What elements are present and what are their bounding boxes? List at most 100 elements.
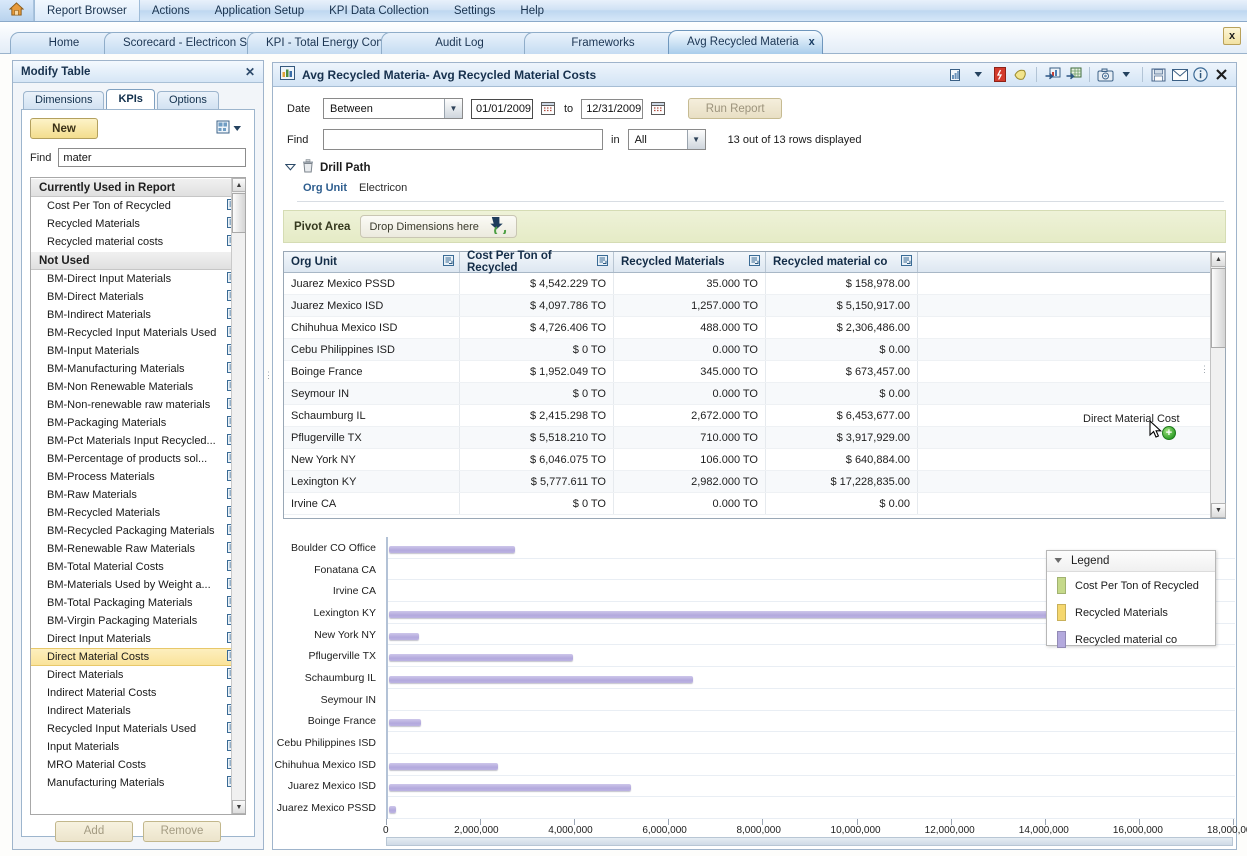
export-to-chart-icon[interactable]: [1044, 66, 1061, 83]
run-report-button[interactable]: Run Report: [688, 98, 783, 119]
table-row[interactable]: Pflugerville TX $ 5,518.210 TO 710.000 TO $…: [284, 427, 1225, 449]
chart-type-icon[interactable]: [949, 66, 966, 83]
kpi-list-scrollbar[interactable]: ▲ ▼: [231, 178, 245, 814]
list-item[interactable]: Manufacturing Materials: [31, 774, 245, 792]
list-item[interactable]: BM-Total Material Costs: [31, 558, 245, 576]
date-from-input[interactable]: 01/01/2009: [471, 98, 533, 119]
list-item[interactable]: BM-Percentage of products sol...: [31, 450, 245, 468]
list-item[interactable]: Cost Per Ton of Recycled: [31, 197, 245, 215]
table-row[interactable]: Juarez Mexico ISD $ 4,097.786 TO 1,257.000…: [284, 295, 1225, 317]
list-item[interactable]: Indirect Material Costs: [31, 684, 245, 702]
tab-kpi-total-energy-consume[interactable]: KPI - Total Energy Consume: [247, 32, 411, 54]
close-tab-icon[interactable]: x: [809, 36, 815, 48]
table-scrollbar[interactable]: ▲ ▼: [1210, 252, 1226, 518]
calendar-from-icon[interactable]: [541, 101, 556, 116]
list-item[interactable]: Recycled Materials: [31, 215, 245, 233]
report-find-input[interactable]: [323, 129, 603, 150]
scroll-thumb[interactable]: [1211, 268, 1226, 348]
remove-kpi-button[interactable]: Remove: [143, 820, 221, 842]
table-row[interactable]: Chihuhua Mexico ISD $ 4,726.406 TO 488.000…: [284, 317, 1225, 339]
list-item[interactable]: Direct Material Costs: [31, 648, 245, 666]
table-row[interactable]: Juarez Mexico PSSD $ 4,542.229 TO 35.000 T…: [284, 273, 1225, 295]
chart-bar[interactable]: [389, 719, 421, 727]
scroll-thumb[interactable]: [232, 193, 245, 233]
list-item[interactable]: BM-Renewable Raw Materials: [31, 540, 245, 558]
find-scope-select[interactable]: All ▼: [627, 129, 706, 150]
tab-avg-recycled-materia[interactable]: Avg Recycled Materia x: [668, 30, 823, 54]
scroll-down-icon[interactable]: ▼: [1211, 503, 1226, 518]
table-resize-handle[interactable]: ⋮: [1200, 364, 1209, 375]
scroll-up-icon[interactable]: ▲: [232, 178, 245, 192]
date-to-input[interactable]: 12/31/2009: [581, 98, 644, 119]
chart-bar[interactable]: [389, 784, 632, 792]
list-item[interactable]: BM-Virgin Packaging Materials: [31, 612, 245, 630]
list-item[interactable]: BM-Materials Used by Weight a...: [31, 576, 245, 594]
close-tab-strip-button[interactable]: x: [1223, 27, 1241, 45]
list-item[interactable]: BM-Recycled Input Materials Used: [31, 324, 245, 342]
list-item[interactable]: BM-Pct Materials Input Recycled...: [31, 432, 245, 450]
tab-frameworks[interactable]: Frameworks: [524, 32, 682, 54]
chart-bar[interactable]: [389, 545, 516, 553]
chart-x-scrollbar[interactable]: [386, 837, 1233, 846]
table-row[interactable]: New York NY $ 6,046.075 TO 106.000 TO $ 640…: [284, 449, 1225, 471]
drill-dimension-link[interactable]: Org Unit: [303, 182, 347, 194]
table-row[interactable]: Lexington KY $ 5,777.611 TO 2,982.000 TO $ …: [284, 471, 1225, 493]
list-item[interactable]: Recycled material costs: [31, 233, 245, 251]
add-kpi-button[interactable]: Add: [55, 820, 133, 842]
list-item[interactable]: Direct Materials: [31, 666, 245, 684]
kpi-list[interactable]: Currently Used in Report Cost Per Ton of …: [30, 177, 246, 815]
date-operator-select[interactable]: Between ▼: [323, 98, 463, 119]
menu-item-help[interactable]: Help: [508, 0, 557, 21]
list-item[interactable]: BM-Process Materials: [31, 468, 245, 486]
chart-bar[interactable]: [389, 762, 498, 770]
chart-bar[interactable]: [389, 632, 420, 640]
table-row[interactable]: Cebu Philippines ISD $ 0 TO 0.000 TO $ 0.00: [284, 339, 1225, 361]
snapshot-dropdown-icon[interactable]: [1118, 66, 1135, 83]
column-header[interactable]: [918, 252, 1225, 272]
column-menu-icon[interactable]: [901, 255, 912, 269]
new-kpi-button[interactable]: New: [30, 118, 98, 139]
chevron-down-icon[interactable]: ▼: [444, 99, 462, 118]
chart-bar[interactable]: [389, 654, 574, 662]
column-header[interactable]: Org Unit: [284, 252, 460, 272]
column-header[interactable]: Recycled material co: [766, 252, 918, 272]
table-row[interactable]: Seymour IN $ 0 TO 0.000 TO $ 0.00: [284, 383, 1225, 405]
list-item[interactable]: BM-Total Packaging Materials: [31, 594, 245, 612]
tab-home[interactable]: Home: [10, 32, 118, 54]
list-item[interactable]: Input Materials: [31, 738, 245, 756]
menu-item-kpi-data-collection[interactable]: KPI Data Collection: [317, 0, 442, 21]
columns-dropdown-icon[interactable]: [233, 123, 242, 135]
column-header[interactable]: Cost Per Ton of Recycled: [460, 250, 614, 274]
scroll-down-icon[interactable]: ▼: [232, 800, 245, 814]
list-item[interactable]: BM-Non-renewable raw materials: [31, 396, 245, 414]
save-icon[interactable]: [1150, 66, 1167, 83]
chevron-down-icon[interactable]: [284, 162, 297, 174]
calendar-to-icon[interactable]: [651, 101, 666, 116]
list-item[interactable]: Recycled Input Materials Used: [31, 720, 245, 738]
pivot-area[interactable]: Pivot Area Drop Dimensions here: [283, 210, 1226, 243]
column-header[interactable]: Recycled Materials: [614, 252, 766, 272]
list-item[interactable]: BM-Indirect Materials: [31, 306, 245, 324]
snapshot-icon[interactable]: [1097, 66, 1114, 83]
list-item[interactable]: BM-Packaging Materials: [31, 414, 245, 432]
tab-dimensions[interactable]: Dimensions: [23, 91, 105, 109]
tab-scorecard-electricon-score-[interactable]: Scorecard - Electricon Score..: [104, 32, 276, 54]
list-item[interactable]: BM-Manufacturing Materials: [31, 360, 245, 378]
columns-config-icon[interactable]: [216, 120, 230, 137]
list-item[interactable]: Indirect Materials: [31, 702, 245, 720]
table-row[interactable]: Boinge France $ 1,952.049 TO 345.000 TO $ 6…: [284, 361, 1225, 383]
tab-audit-log[interactable]: Audit Log: [381, 32, 538, 54]
legend-item[interactable]: Recycled Materials: [1047, 599, 1215, 626]
table-row[interactable]: Irvine CA $ 0 TO 0.000 TO $ 0.00: [284, 493, 1225, 515]
list-item[interactable]: BM-Recycled Packaging Materials: [31, 522, 245, 540]
home-button[interactable]: [0, 0, 34, 21]
close-panel-icon[interactable]: ✕: [245, 65, 255, 79]
column-menu-icon[interactable]: [749, 255, 760, 269]
chevron-down-icon[interactable]: ▼: [686, 130, 705, 149]
scroll-up-icon[interactable]: ▲: [1211, 252, 1226, 267]
list-item[interactable]: Direct Input Materials: [31, 630, 245, 648]
list-item[interactable]: BM-Non Renewable Materials: [31, 378, 245, 396]
kpi-find-input[interactable]: [58, 148, 246, 167]
menu-item-settings[interactable]: Settings: [442, 0, 509, 21]
tab-kpis[interactable]: KPIs: [106, 89, 155, 109]
